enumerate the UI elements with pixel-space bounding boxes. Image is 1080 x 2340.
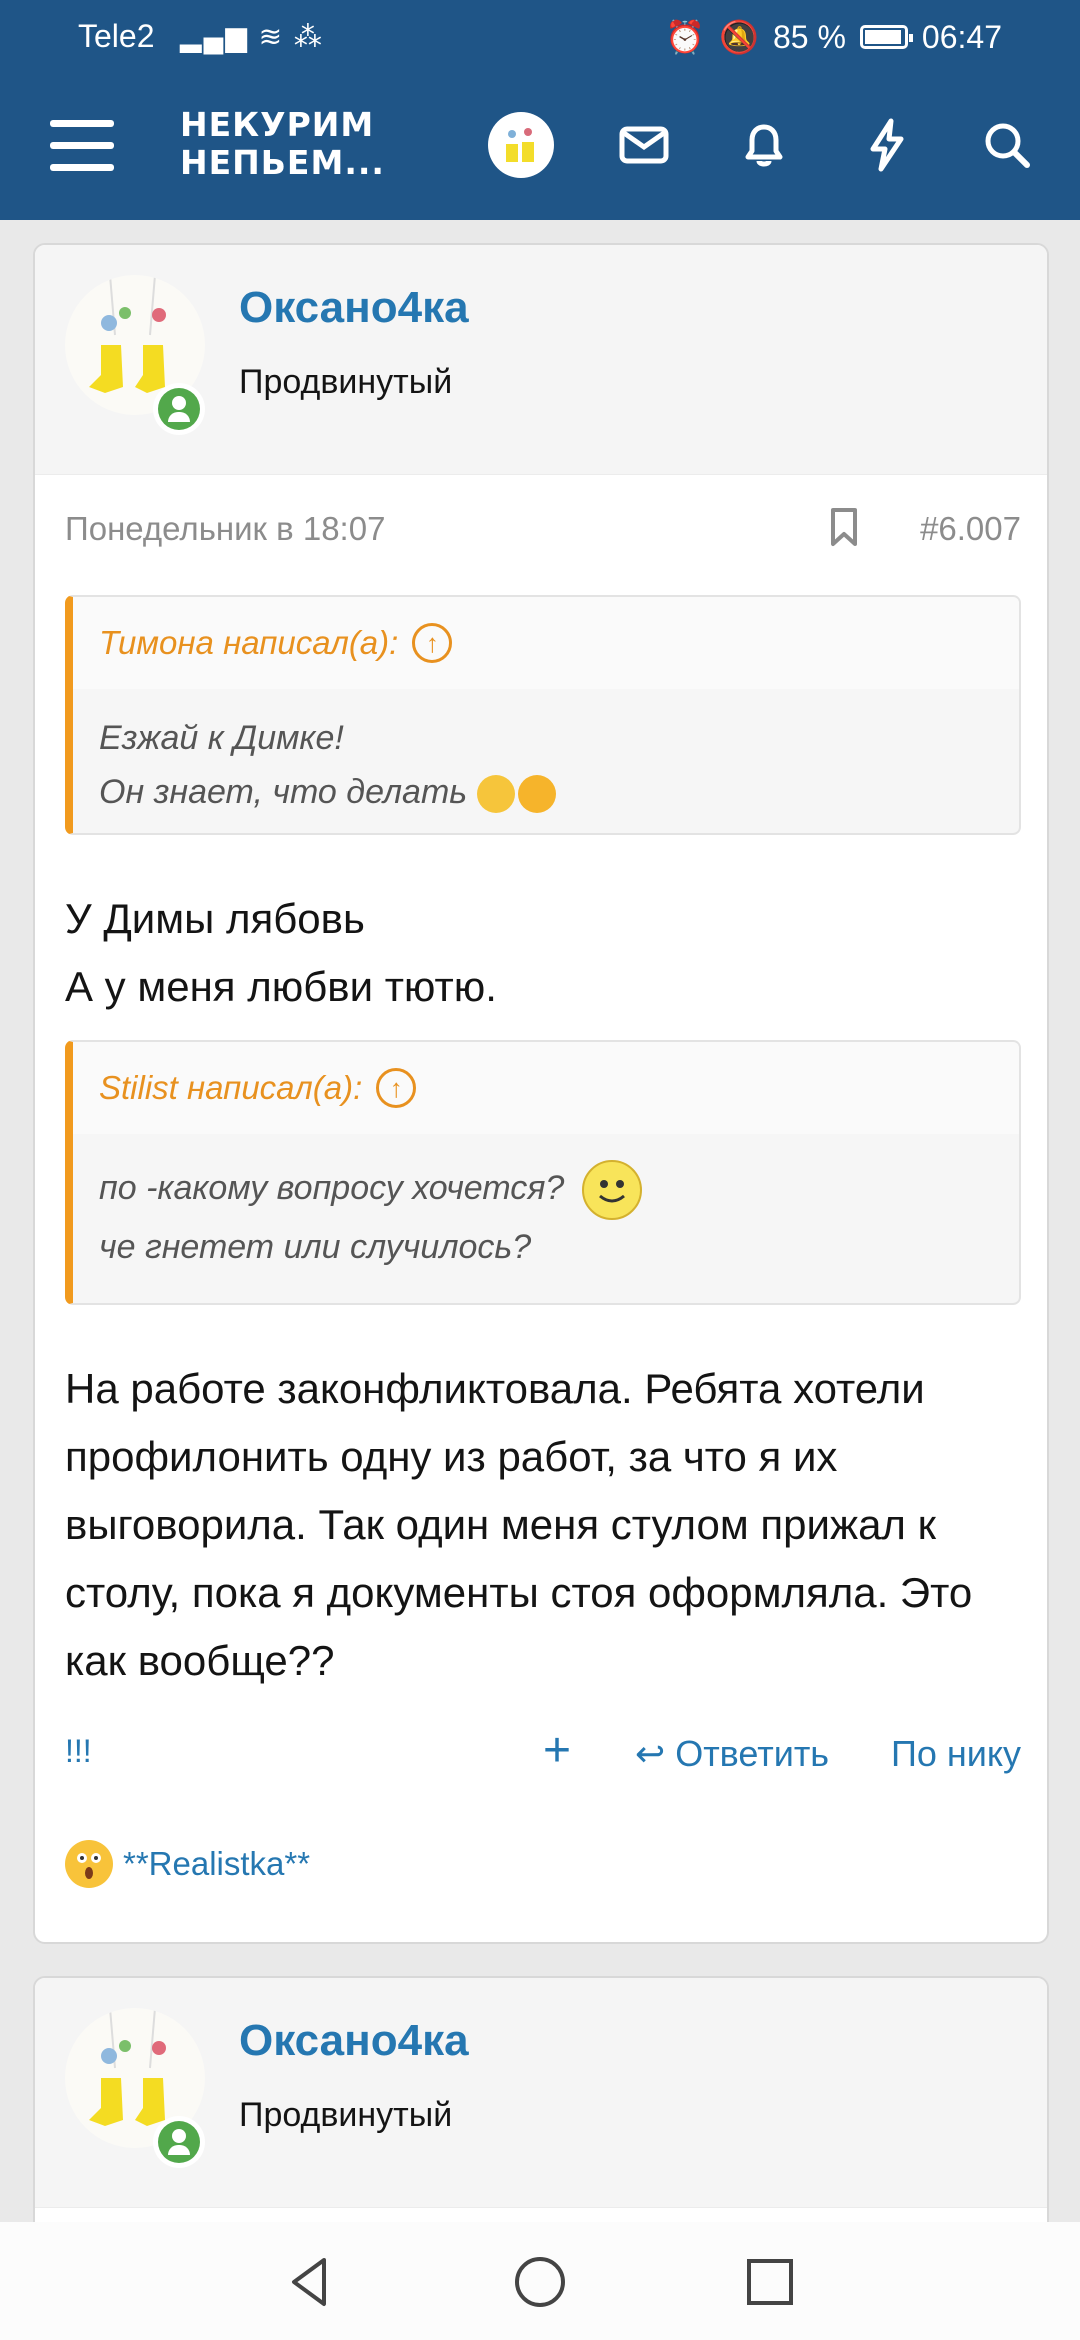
clock: 06:47 xyxy=(921,18,1002,55)
user-rank: Продвинутый xyxy=(239,363,453,401)
username-link[interactable]: Оксано4ка xyxy=(239,2016,469,2066)
quote-block: Тимона написал(а): ↑ Езжай к Димке! Он з… xyxy=(65,595,1021,835)
post-user-block: Оксано4ка Продвинутый xyxy=(35,245,1047,475)
post-text: У Димы лябовь А у меня любви тютю. xyxy=(65,895,497,1010)
lightning-icon[interactable] xyxy=(855,113,919,177)
menu-icon[interactable] xyxy=(50,120,114,172)
add-reaction-button[interactable]: + xyxy=(543,1725,571,1777)
reaction-user-link[interactable]: **Realistka** xyxy=(123,1845,310,1883)
alarm-icon: ⏰ xyxy=(665,19,706,55)
post-user-block: Оксано4ка Продвинутый xyxy=(35,1978,1047,2208)
battery-percent: 85 % xyxy=(772,18,846,55)
post-text: На работе законфликтовала. Ребята хотели… xyxy=(65,1365,973,1684)
emoji-shushing-icon xyxy=(476,775,515,814)
quote-header[interactable]: Stilist написал(а): ↑ xyxy=(73,1042,1019,1134)
user-rank: Продвинутый xyxy=(239,2096,453,2134)
emoji-shocked-icon xyxy=(65,1840,113,1888)
signal-wifi-icon: ▂▄▆ ≋ ⁂ xyxy=(180,21,324,52)
forum-post: Оксано4ка Продвинутый Понедельник в 18:0… xyxy=(33,243,1049,1944)
home-icon[interactable] xyxy=(510,2252,570,2312)
reaction-summary[interactable]: **Realistka** xyxy=(65,1840,310,1888)
post-actions: !!! + ↩ Ответить По нику xyxy=(65,1725,1021,1785)
bookmark-icon[interactable] xyxy=(827,506,861,548)
post-date[interactable]: Понедельник в 18:07 xyxy=(65,510,385,547)
username-link[interactable]: Оксано4ка xyxy=(239,283,469,333)
quote-content: по -какому вопросу хочется? че гнетет ил… xyxy=(73,1134,1019,1296)
quote-author[interactable]: Тимона написал(а): xyxy=(99,624,398,662)
quote-content: Езжай к Димке! Он знает, что делать xyxy=(73,689,1019,833)
post-meta: Понедельник в 18:07 #6.007 xyxy=(65,508,1021,548)
reply-icon: ↩ xyxy=(635,1733,666,1774)
mail-icon[interactable] xyxy=(612,113,676,177)
mute-icon: 🔕 xyxy=(719,19,759,55)
status-bar: Tele2 ▂▄▆ ≋ ⁂ ⏰ 🔕 85 % 06:47 xyxy=(0,0,1080,72)
arrow-up-icon[interactable]: ↑ xyxy=(412,623,453,663)
site-logo[interactable]: НЕКУРИМ НЕПЬЕМ... xyxy=(180,106,385,182)
online-status-icon xyxy=(153,2116,205,2168)
quote-block: Stilist написал(а): ↑ по -какому вопросу… xyxy=(65,1040,1021,1305)
app-header: Tele2 ▂▄▆ ≋ ⁂ ⏰ 🔕 85 % 06:47 НЕКУРИМ НЕП… xyxy=(0,0,1080,220)
carrier-label: Tele2 xyxy=(78,18,155,54)
report-button[interactable]: !!! xyxy=(65,1733,92,1770)
search-icon[interactable] xyxy=(975,113,1039,177)
system-nav-bar xyxy=(0,2222,1080,2340)
by-nick-button[interactable]: По нику xyxy=(891,1733,1021,1775)
recents-icon[interactable] xyxy=(740,2252,800,2312)
quote-header[interactable]: Тимона написал(а): ↑ xyxy=(73,597,1019,689)
post-number[interactable]: #6.007 xyxy=(920,510,1021,548)
back-icon[interactable] xyxy=(280,2252,340,2312)
emoji-rofl-icon xyxy=(518,775,557,814)
emoji-smile-icon xyxy=(581,1160,642,1220)
reply-button[interactable]: ↩ Ответить xyxy=(635,1733,829,1775)
quote-author[interactable]: Stilist написал(а): xyxy=(99,1069,362,1107)
arrow-up-icon[interactable]: ↑ xyxy=(376,1068,417,1108)
online-status-icon xyxy=(153,383,205,435)
bell-icon[interactable] xyxy=(732,113,796,177)
battery-icon xyxy=(859,25,913,49)
user-avatar-button[interactable] xyxy=(488,112,554,178)
